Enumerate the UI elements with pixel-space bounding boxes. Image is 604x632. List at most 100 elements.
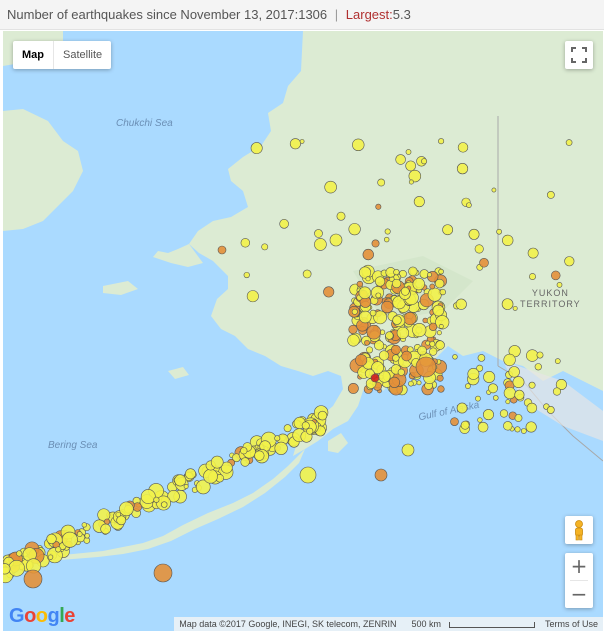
- earthquake-marker[interactable]: [460, 420, 470, 430]
- earthquake-marker[interactable]: [488, 383, 498, 394]
- earthquake-marker[interactable]: [554, 358, 561, 365]
- earthquake-marker[interactable]: [395, 154, 406, 165]
- earthquake-marker[interactable]: [427, 287, 442, 302]
- earthquake-marker[interactable]: [46, 533, 57, 545]
- earthquake-marker[interactable]: [47, 554, 54, 560]
- earthquake-marker[interactable]: [455, 298, 467, 310]
- earthquake-marker[interactable]: [23, 569, 43, 589]
- earthquake-marker[interactable]: [336, 211, 346, 221]
- earthquake-marker[interactable]: [385, 331, 394, 340]
- earthquake-marker[interactable]: [203, 468, 218, 484]
- earthquake-marker[interactable]: [358, 310, 372, 324]
- earthquake-marker[interactable]: [119, 501, 134, 517]
- earthquake-marker[interactable]: [416, 380, 422, 386]
- earthquake-marker[interactable]: [442, 224, 454, 236]
- earthquake-marker[interactable]: [392, 315, 402, 325]
- earthquake-marker[interactable]: [552, 387, 562, 396]
- earthquake-marker[interactable]: [84, 533, 90, 539]
- earthquake-marker[interactable]: [185, 468, 196, 480]
- earthquake-marker[interactable]: [391, 344, 401, 355]
- earthquake-marker[interactable]: [425, 340, 431, 346]
- earthquake-marker[interactable]: [329, 233, 343, 247]
- earthquake-marker[interactable]: [499, 409, 509, 418]
- earthquake-marker[interactable]: [565, 139, 573, 146]
- earthquake-marker[interactable]: [240, 238, 251, 248]
- earthquake-marker[interactable]: [405, 149, 412, 155]
- earthquake-marker[interactable]: [412, 277, 425, 291]
- earthquake-marker[interactable]: [434, 278, 445, 289]
- earthquake-marker[interactable]: [428, 322, 438, 331]
- earthquake-marker[interactable]: [452, 354, 458, 360]
- earthquake-marker[interactable]: [174, 474, 187, 487]
- earthquake-marker[interactable]: [512, 376, 525, 389]
- earthquake-marker[interactable]: [388, 376, 400, 388]
- earthquake-marker[interactable]: [283, 424, 292, 433]
- earthquake-marker[interactable]: [405, 160, 416, 172]
- earthquake-marker[interactable]: [408, 179, 414, 185]
- zoom-out-button[interactable]: −: [565, 581, 593, 608]
- earthquake-marker[interactable]: [317, 410, 328, 421]
- earthquake-marker[interactable]: [436, 374, 444, 382]
- street-view-pegman-button[interactable]: [565, 516, 593, 544]
- earthquake-marker[interactable]: [61, 531, 78, 548]
- earthquake-marker[interactable]: [324, 180, 337, 194]
- earthquake-marker[interactable]: [153, 563, 173, 583]
- earthquake-marker[interactable]: [381, 300, 394, 314]
- earthquake-marker[interactable]: [429, 347, 438, 356]
- map-canvas[interactable]: Chukchi Sea Bering Sea Gulf of Alaska YU…: [3, 31, 603, 631]
- earthquake-marker[interactable]: [347, 382, 359, 394]
- earthquake-marker[interactable]: [347, 334, 360, 347]
- earthquake-marker[interactable]: [546, 191, 555, 199]
- earthquake-marker[interactable]: [413, 196, 425, 208]
- earthquake-marker[interactable]: [429, 340, 436, 347]
- earthquake-marker[interactable]: [375, 292, 382, 299]
- earthquake-marker[interactable]: [403, 312, 417, 326]
- earthquake-marker[interactable]: [217, 245, 227, 255]
- earthquake-marker[interactable]: [274, 441, 288, 455]
- earthquake-marker[interactable]: [384, 228, 391, 235]
- earthquake-marker[interactable]: [408, 266, 418, 277]
- earthquake-marker[interactable]: [556, 282, 563, 288]
- earthquake-marker[interactable]: [525, 421, 537, 433]
- earthquake-marker[interactable]: [352, 138, 365, 152]
- earthquake-marker[interactable]: [153, 496, 160, 503]
- earthquake-marker[interactable]: [465, 383, 471, 390]
- earthquake-marker[interactable]: [502, 234, 514, 247]
- earthquake-marker[interactable]: [505, 399, 511, 405]
- earthquake-marker[interactable]: [261, 243, 269, 251]
- earthquake-marker[interactable]: [254, 450, 265, 461]
- earthquake-marker[interactable]: [514, 426, 521, 433]
- earthquake-marker[interactable]: [536, 351, 544, 359]
- earthquake-marker[interactable]: [435, 340, 445, 350]
- earthquake-marker[interactable]: [438, 324, 444, 329]
- earthquake-marker[interactable]: [366, 346, 374, 354]
- earthquake-marker[interactable]: [279, 219, 289, 229]
- earthquake-marker[interactable]: [348, 324, 358, 335]
- earthquake-marker[interactable]: [436, 330, 442, 336]
- earthquake-marker[interactable]: [483, 371, 496, 383]
- earthquake-marker[interactable]: [401, 443, 415, 457]
- earthquake-marker[interactable]: [503, 421, 513, 431]
- earthquake-marker[interactable]: [274, 435, 281, 442]
- earthquake-marker[interactable]: [115, 511, 121, 518]
- earthquake-marker[interactable]: [351, 308, 358, 315]
- fullscreen-button[interactable]: [565, 41, 593, 69]
- earthquake-marker[interactable]: [546, 406, 555, 414]
- earthquake-marker[interactable]: [16, 550, 23, 557]
- earthquake-marker[interactable]: [520, 428, 527, 434]
- earthquake-marker[interactable]: [140, 489, 156, 504]
- earthquake-marker[interactable]: [250, 142, 263, 155]
- earthquake-marker[interactable]: [397, 368, 405, 376]
- earthquake-marker[interactable]: [534, 363, 542, 371]
- earthquake-marker[interactable]: [477, 421, 489, 433]
- earthquake-marker[interactable]: [289, 138, 301, 150]
- earthquake-marker[interactable]: [348, 223, 361, 236]
- earthquake-marker[interactable]: [183, 484, 189, 489]
- earthquake-marker[interactable]: [417, 345, 427, 356]
- earthquake-marker[interactable]: [526, 402, 538, 414]
- earthquake-marker[interactable]: [299, 139, 305, 144]
- earthquake-marker[interactable]: [302, 269, 312, 279]
- earthquake-marker[interactable]: [512, 305, 518, 311]
- earthquake-marker[interactable]: [468, 228, 480, 240]
- earthquake-marker[interactable]: [371, 239, 380, 248]
